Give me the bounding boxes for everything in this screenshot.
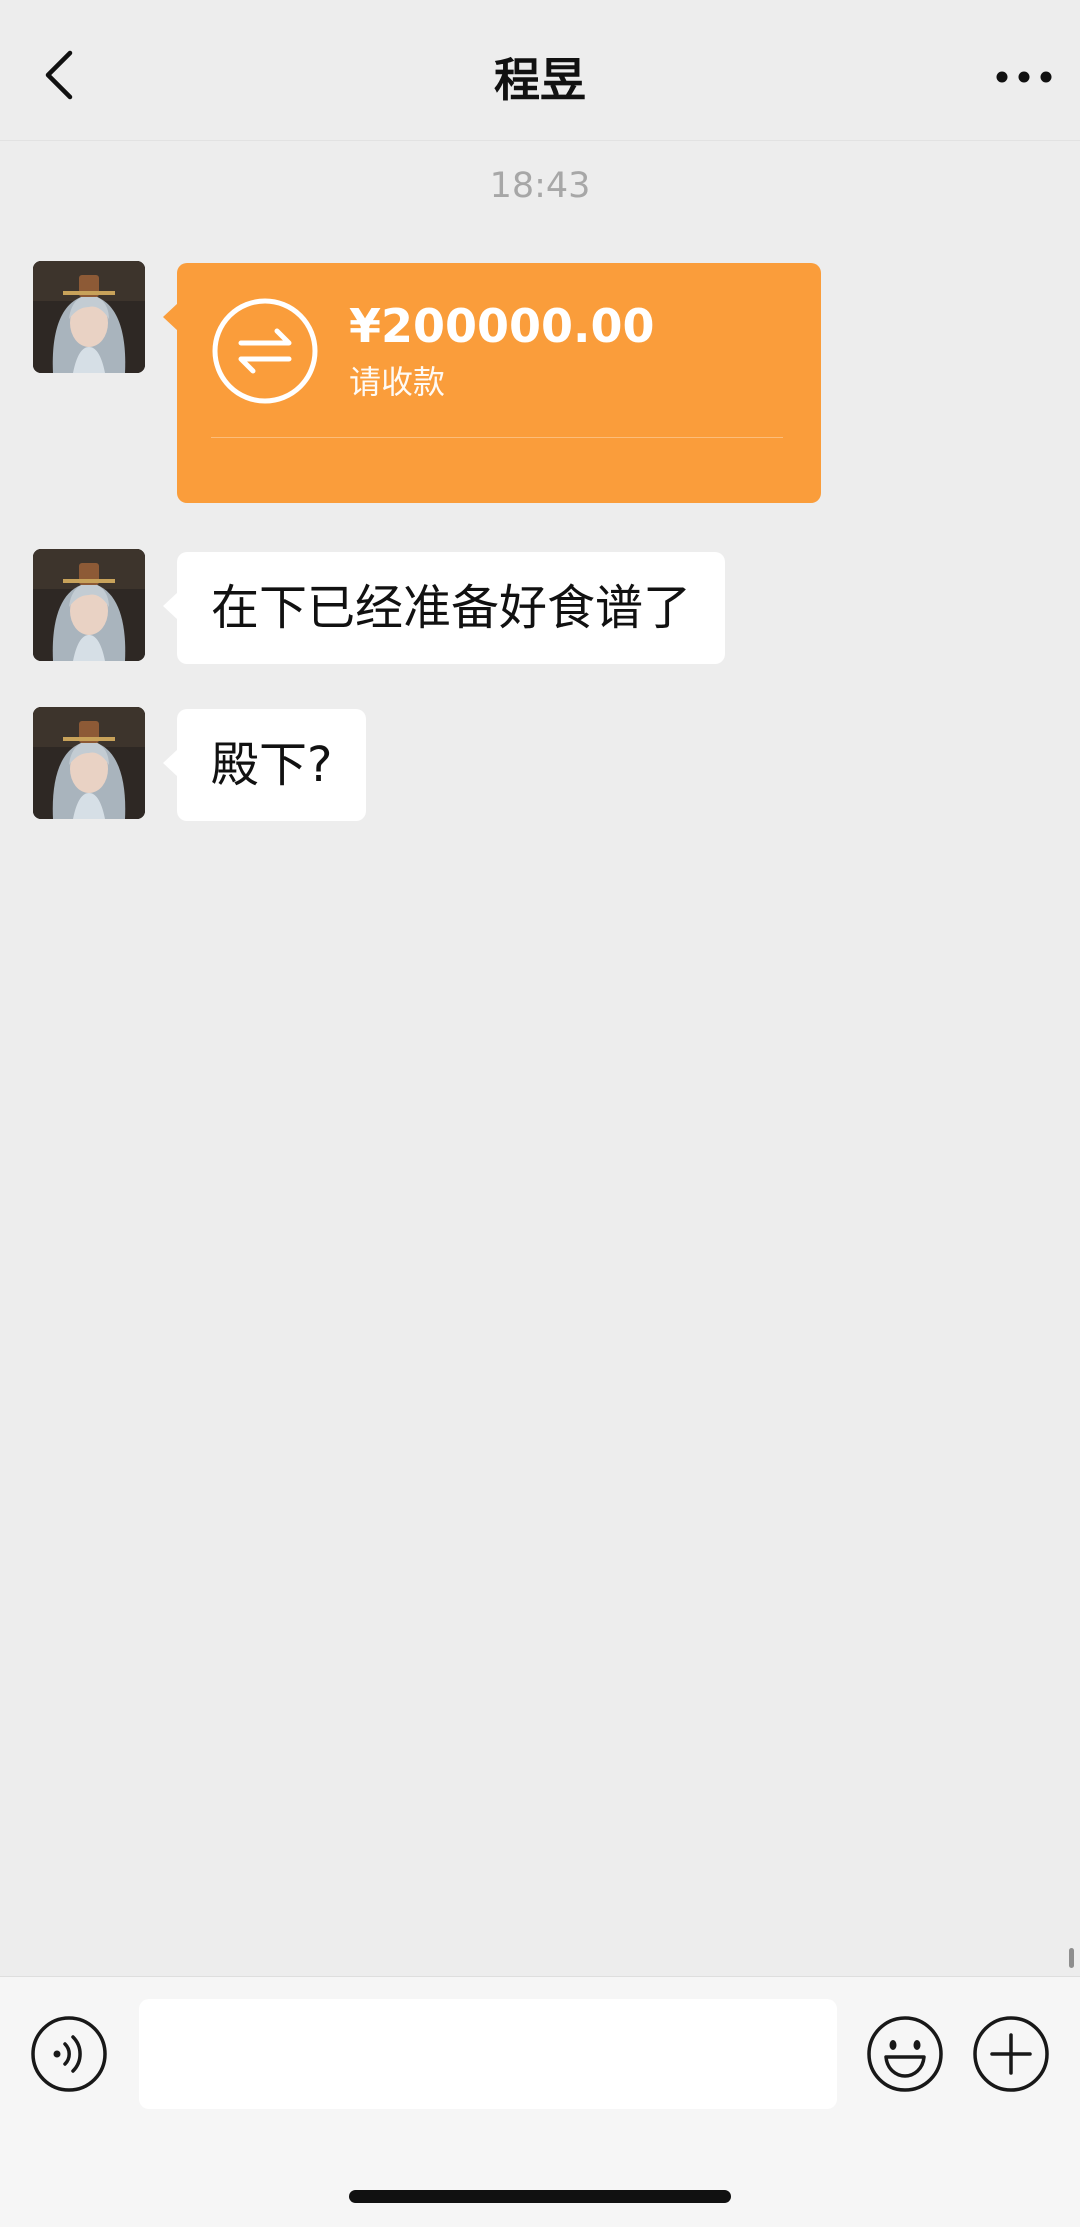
- transfer-amount: ¥200000.00: [349, 299, 655, 353]
- transfer-divider: [211, 437, 783, 438]
- message-bubble[interactable]: 在下已经准备好食谱了: [162, 552, 726, 664]
- transfer-exchange-icon: [212, 298, 318, 404]
- avatar-image: [33, 707, 145, 819]
- scroll-indicator[interactable]: [1069, 1948, 1074, 1968]
- message-timestamp: 18:43: [489, 166, 591, 206]
- avatar[interactable]: [33, 261, 145, 373]
- emoji-button[interactable]: [866, 2015, 944, 2093]
- avatar[interactable]: [33, 549, 145, 661]
- avatar-image: [33, 261, 145, 373]
- avatar-image: [33, 549, 145, 661]
- more-functions-button[interactable]: [972, 2015, 1050, 2093]
- transfer-label: 请收款: [349, 363, 446, 401]
- more-horizontal-icon: [996, 71, 1052, 83]
- emoji-icon: [867, 2016, 943, 2092]
- voice-button[interactable]: [30, 2015, 108, 2093]
- plus-icon: [973, 2016, 1049, 2092]
- chat-header: 程昱: [0, 0, 1080, 141]
- transfer-card[interactable]: ¥200000.00 请收款: [163, 263, 821, 503]
- more-button[interactable]: [994, 62, 1054, 92]
- avatar[interactable]: [33, 707, 145, 819]
- message-bubble[interactable]: 殿下?: [162, 709, 367, 821]
- voice-icon: [31, 2016, 107, 2092]
- home-indicator[interactable]: [349, 2190, 731, 2203]
- chat-title: 程昱: [494, 53, 586, 107]
- message-input[interactable]: [139, 1999, 837, 2109]
